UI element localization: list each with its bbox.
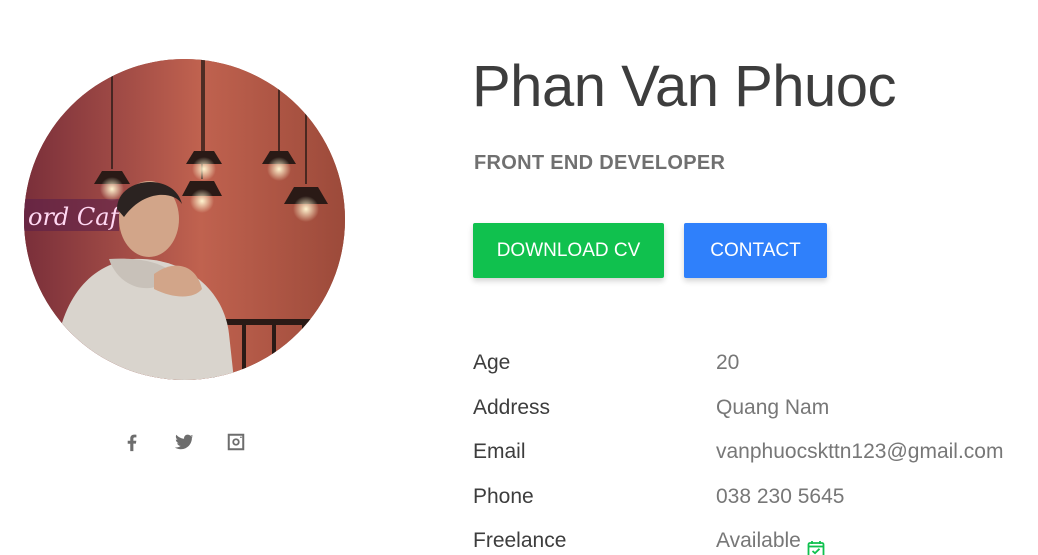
info-value: 20 [716,351,740,374]
info-row-freelance: Freelance Available [473,519,1038,555]
info-label: Age [473,351,511,374]
info-label: Address [473,395,551,419]
instagram-icon[interactable] [225,430,247,454]
info-label: Phone [473,484,534,508]
svg-text:ord Caf: ord Caf [28,203,123,231]
info-value: Quang Nam [716,395,830,419]
info-row-age: Age 20 [473,341,1038,386]
info-value-wrap: Available [716,519,825,555]
info-value: Available [716,529,801,552]
profile-section: ord Caf Phan Van Phuoc FRONT END DEVELOP… [0,0,1038,555]
download-cv-button[interactable]: DOWNLOAD CV [473,223,664,278]
facebook-icon[interactable] [121,430,143,454]
calendar-check-icon [807,530,825,555]
info-row-address: Address Quang Nam [473,386,1038,431]
info-label: Freelance [473,529,567,552]
personal-info-list: Age 20 Address Quang Nam Email vanphuocs… [473,341,1038,555]
info-value: 038 230 5645 [716,484,845,508]
avatar: ord Caf [24,59,345,380]
social-links [0,430,368,454]
twitter-icon[interactable] [173,430,195,454]
profile-name: Phan Van Phuoc [472,54,897,119]
info-label: Email [473,440,526,463]
contact-button[interactable]: CONTACT [684,223,827,278]
profile-photo: ord Caf [24,59,345,380]
info-row-email: Email vanphuocskttn123@gmail.com [473,430,1038,475]
info-row-phone: Phone 038 230 5645 [473,475,1038,520]
info-value: vanphuocskttn123@gmail.com [716,440,1004,463]
profile-role: FRONT END DEVELOPER [474,152,726,174]
